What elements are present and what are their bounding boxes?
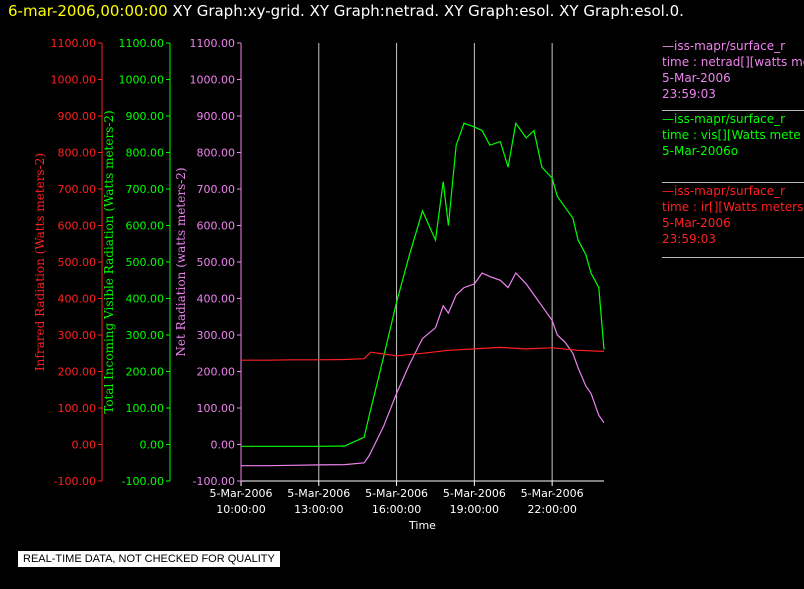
x-tick-label-time: 22:00:00 <box>527 503 576 516</box>
y-tick-label-vis: 0.00 <box>140 439 165 452</box>
grid-lines <box>240 43 553 481</box>
legend-net-source: —iss-mapr/surface_r <box>662 39 786 53</box>
y-tick-label-ir: 400.00 <box>58 293 97 306</box>
y-tick-label-vis: 700.00 <box>126 183 165 196</box>
y-tick-label-ir: -100.00 <box>54 475 96 488</box>
legend-vis-date: 5-Mar-2006o <box>662 144 739 158</box>
y-tick-label-vis: 600.00 <box>126 220 165 233</box>
y-tick-label-ir: 900.00 <box>58 110 97 123</box>
y-axis-label-ir: Infrared Radiation (Watts meters-2) <box>33 153 47 371</box>
header-graph-2: XY Graph:netrad. <box>309 2 440 20</box>
legend-net-var: time : netrad[][watts me <box>662 55 804 69</box>
y-axis-label-vis: Total Incoming Visible Radiation (Watts … <box>102 110 116 414</box>
y-tick-label-net: 300.00 <box>197 329 236 342</box>
quality-note: REAL-TIME DATA, NOT CHECKED FOR QUALITY <box>18 551 280 567</box>
y-tick-label-vis: 1000.00 <box>119 74 165 87</box>
y-tick-label-vis: 300.00 <box>126 329 165 342</box>
y-tick-label-vis: 500.00 <box>126 256 165 269</box>
y-tick-label-vis: 800.00 <box>126 147 165 160</box>
y-tick-label-net: 100.00 <box>197 402 236 415</box>
y-tick-label-ir: 500.00 <box>58 256 97 269</box>
legend-divider <box>662 257 804 258</box>
y-tick-label-ir: 1000.00 <box>51 74 97 87</box>
y-tick-label-ir: 700.00 <box>58 183 97 196</box>
y-tick-label-ir: 300.00 <box>58 329 97 342</box>
legend-ir-date: 5-Mar-2006 <box>662 216 731 230</box>
x-tick-label-date: 5-Mar-2006 <box>365 487 428 500</box>
series-line-ir <box>241 346 605 361</box>
legend-vis-var: time : vis[][Watts mete <box>662 128 801 142</box>
legend-vis: —iss-mapr/surface_r time : vis[][Watts m… <box>662 111 804 159</box>
y-tick-label-vis: -100.00 <box>122 475 164 488</box>
y-tick-label-net: 500.00 <box>197 256 236 269</box>
legend-ir-var: time : ir[][Watts meters <box>662 200 804 214</box>
tick-labels: 5-Mar-2006 10:00:00 5-Mar-2006 13:00:00 5-Ma… <box>33 37 584 532</box>
y-tick-label-net: 1000.00 <box>190 74 236 87</box>
y-tick-label-vis: 200.00 <box>126 366 165 379</box>
header-graph-3: XY Graph:esol. <box>443 2 555 20</box>
legend-net-time: 23:59:03 <box>662 87 716 101</box>
legend-net-date: 5-Mar-2006 <box>662 71 731 85</box>
series-line-net <box>241 271 605 467</box>
x-tick-label-time: 13:00:00 <box>294 503 343 516</box>
legend-net: —iss-mapr/surface_r time : netrad[][watt… <box>662 38 804 102</box>
y-tick-label-ir: 200.00 <box>58 366 97 379</box>
y-tick-label-ir: 1100.00 <box>51 37 97 50</box>
y-tick-label-net: -100.00 <box>193 475 235 488</box>
y-tick-label-ir: 100.00 <box>58 402 97 415</box>
y-tick-label-net: 0.00 <box>211 439 236 452</box>
y-tick-label-net: 600.00 <box>197 220 236 233</box>
header: 6-mar-2006,00:00:00 XY Graph:xy-grid. XY… <box>8 2 684 20</box>
y-axis-label-net: Net Radiation (watts meters-2) <box>174 167 188 356</box>
x-tick-label-date: 5-Mar-2006 <box>287 487 350 500</box>
y-tick-label-net: 800.00 <box>197 147 236 160</box>
x-tick-label-time: 16:00:00 <box>372 503 421 516</box>
y-tick-label-net: 900.00 <box>197 110 236 123</box>
x-tick-label-date: 5-Mar-2006 <box>210 487 273 500</box>
y-tick-label-vis: 100.00 <box>126 402 165 415</box>
header-graph-4: XY Graph:esol.0. <box>559 2 684 20</box>
legend-ir-source: —iss-mapr/surface_r <box>662 184 786 198</box>
y-tick-label-ir: 600.00 <box>58 220 97 233</box>
legend-ir: —iss-mapr/surface_r time : ir[][Watts me… <box>662 183 804 247</box>
legend-ir-time: 23:59:03 <box>662 232 716 246</box>
x-tick-label-date: 5-Mar-2006 <box>521 487 584 500</box>
series-lines <box>241 121 605 467</box>
y-tick-label-vis: 400.00 <box>126 293 165 306</box>
series-line-vis <box>241 121 605 447</box>
y-tick-label-vis: 1100.00 <box>119 37 165 50</box>
y-tick-label-ir: 0.00 <box>72 439 97 452</box>
y-tick-label-vis: 900.00 <box>126 110 165 123</box>
y-tick-label-net: 1100.00 <box>190 37 236 50</box>
header-time: 6-mar-2006,00:00:00 <box>8 2 168 20</box>
x-tick-label-time: 19:00:00 <box>450 503 499 516</box>
x-axis-label: Time <box>408 519 436 532</box>
x-tick-label-time: 10:00:00 <box>216 503 265 516</box>
header-graph-1: XY Graph:xy-grid. <box>172 2 305 20</box>
y-tick-label-net: 200.00 <box>197 366 236 379</box>
x-tick-label-date: 5-Mar-2006 <box>443 487 506 500</box>
legend-vis-source: —iss-mapr/surface_r <box>662 112 786 126</box>
y-tick-label-ir: 800.00 <box>58 147 97 160</box>
y-tick-label-net: 400.00 <box>197 293 236 306</box>
y-tick-label-net: 700.00 <box>197 183 236 196</box>
